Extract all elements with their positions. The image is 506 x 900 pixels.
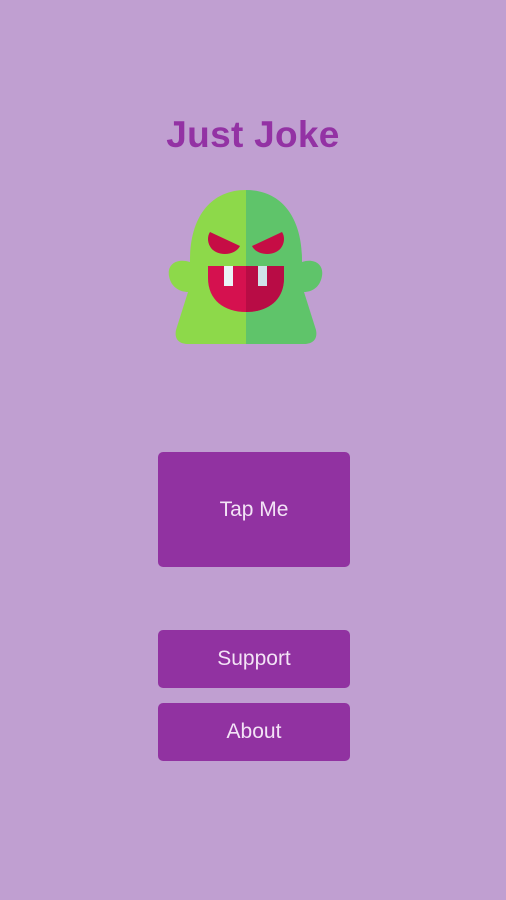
app-title: Just Joke: [166, 114, 340, 155]
green-monster-icon: [166, 188, 324, 346]
tap-me-button[interactable]: Tap Me: [158, 452, 350, 567]
about-button[interactable]: About: [158, 703, 350, 761]
support-button[interactable]: Support: [158, 630, 350, 688]
